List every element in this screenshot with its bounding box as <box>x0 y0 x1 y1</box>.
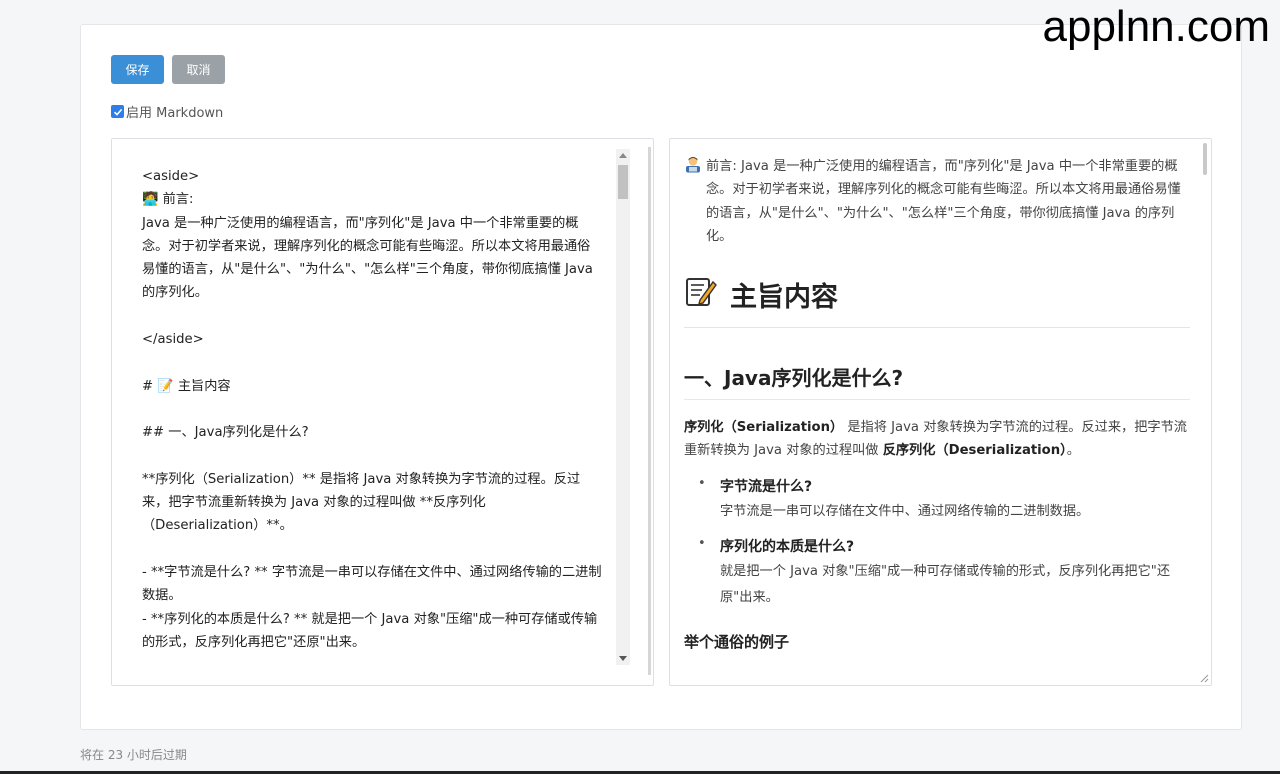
watermark: applnn.com <box>1042 2 1270 51</box>
scroll-down-icon[interactable] <box>619 656 627 661</box>
editor-scrollbar[interactable] <box>616 149 630 665</box>
preview-intro: 前言: Java 是一种广泛使用的编程语言，而"序列化"是 Java 中一个非常… <box>684 155 1190 248</box>
editor-textarea[interactable]: <aside> 🧑‍💻 前言: Java 是一种广泛使用的编程语言，而"序列化"… <box>142 165 602 654</box>
preview-heading-2: 一、Java序列化是什么? <box>684 362 1190 401</box>
preview-heading-1: 主旨内容 <box>684 274 1190 329</box>
scroll-thumb[interactable] <box>618 165 628 199</box>
list-item-question: 字节流是什么? <box>720 478 813 495</box>
list-item-question: 序列化的本质是什么? <box>720 538 855 555</box>
markdown-toggle[interactable]: 启用 Markdown <box>111 102 223 121</box>
list-item: 序列化的本质是什么? 就是把一个 Java 对象"压缩"成一种可存储或传输的形式… <box>684 535 1190 611</box>
preview-intro-text: Java 是一种广泛使用的编程语言，而"序列化"是 Java 中一个非常重要的概… <box>706 159 1181 244</box>
preview-intro-label: 前言: <box>706 159 737 174</box>
preview-list: 字节流是什么? 字节流是一串可以存储在文件中、通过网络传输的二进制数据。 序列化… <box>684 475 1190 611</box>
term-serialization: 序列化（Serialization） <box>684 420 844 436</box>
markdown-editor[interactable]: <aside> 🧑‍💻 前言: Java 是一种广泛使用的编程语言，而"序列化"… <box>111 138 654 686</box>
paragraph-end: 。 <box>1066 443 1080 459</box>
divider <box>648 147 651 675</box>
list-item-answer: 字节流是一串可以存储在文件中、通过网络传输的二进制数据。 <box>720 503 1090 519</box>
technologist-icon <box>684 155 702 248</box>
scroll-up-icon[interactable] <box>619 153 627 158</box>
preview-scroll-thumb[interactable] <box>1203 143 1207 175</box>
expiry-notice: 将在 23 小时后过期 <box>80 748 187 762</box>
preview-heading-3: 举个通俗的例子 <box>684 632 790 651</box>
memo-icon <box>684 274 718 315</box>
cancel-button[interactable]: 取消 <box>172 55 225 84</box>
checkbox-checked-icon[interactable] <box>111 105 124 118</box>
preview-heading-1-text: 主旨内容 <box>730 282 838 314</box>
markdown-toggle-label: 启用 Markdown <box>126 106 224 121</box>
resize-handle-icon[interactable] <box>1199 673 1209 683</box>
save-button[interactable]: 保存 <box>111 55 164 84</box>
preview-paragraph: 序列化（Serialization） 是指将 Java 对象转换为字节流的过程。… <box>684 416 1190 463</box>
term-deserialization: 反序列化（Deserialization） <box>882 443 1067 459</box>
list-item-answer: 就是把一个 Java 对象"压缩"成一种可存储或传输的形式，反序列化再把它"还原… <box>720 563 1171 605</box>
paste-editor-panel: 保存 取消 启用 Markdown <aside> 🧑‍💻 前言: Java 是… <box>80 24 1242 730</box>
list-item: 字节流是什么? 字节流是一串可以存储在文件中、通过网络传输的二进制数据。 <box>684 475 1190 525</box>
markdown-preview: 前言: Java 是一种广泛使用的编程语言，而"序列化"是 Java 中一个非常… <box>669 138 1212 686</box>
